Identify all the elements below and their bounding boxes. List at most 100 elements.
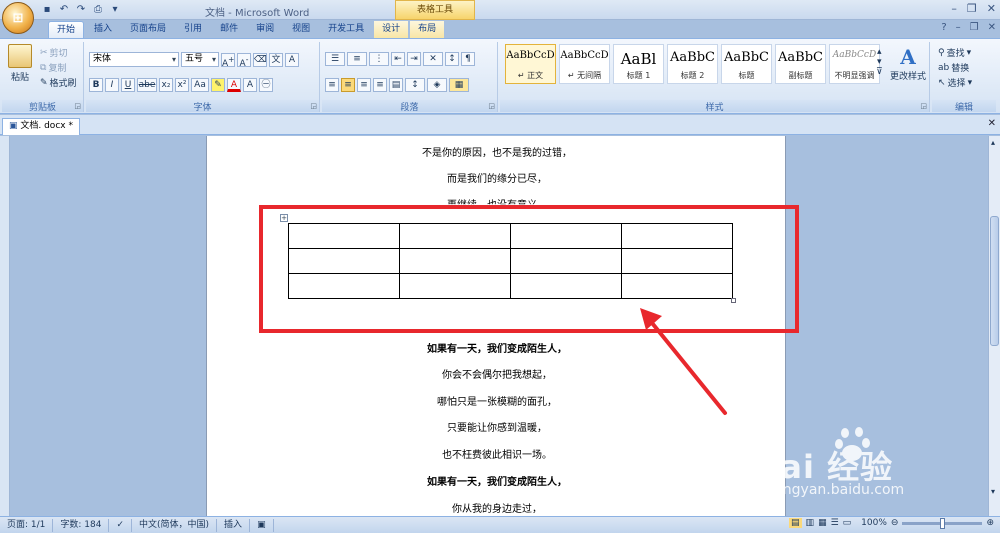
tab-references[interactable]: 引用 bbox=[176, 21, 210, 38]
tab-mailings[interactable]: 邮件 bbox=[212, 21, 246, 38]
tab-insert[interactable]: 插入 bbox=[86, 21, 120, 38]
full-screen-reading-icon[interactable]: ▥ bbox=[806, 518, 815, 528]
paragraph-dialog-launcher-icon[interactable]: ◲ bbox=[488, 102, 495, 110]
style-subtitle[interactable]: AaBbC 副标题 bbox=[775, 44, 826, 84]
redo-icon[interactable]: ↷ bbox=[74, 3, 88, 16]
insert-mode[interactable]: 插入 bbox=[217, 518, 251, 532]
print-preview-icon[interactable]: ⎙ bbox=[91, 3, 105, 16]
style-normal[interactable]: AaBbCcD ↵ 正文 bbox=[505, 44, 556, 84]
zoom-level[interactable]: 100% bbox=[861, 518, 887, 528]
sort-icon[interactable]: ↕ bbox=[445, 52, 459, 66]
font-name-combo[interactable]: 宋体 bbox=[89, 52, 179, 67]
show-marks-icon[interactable]: ¶ bbox=[461, 52, 475, 66]
select-button[interactable]: ↖ 选择 ▾ bbox=[938, 76, 972, 90]
style-subtle-emphasis[interactable]: AaBbCcD 不明显强调 bbox=[829, 44, 880, 84]
zoom-out-icon[interactable]: ⊖ bbox=[891, 518, 899, 528]
font-size-combo[interactable]: 五号 bbox=[181, 52, 219, 67]
style-heading-2[interactable]: AaBbC 标题 2 bbox=[667, 44, 718, 84]
tab-table-design[interactable]: 设计 bbox=[374, 21, 409, 38]
print-layout-icon[interactable]: ▤ bbox=[789, 518, 802, 528]
char-border-icon[interactable]: A bbox=[285, 52, 299, 67]
justify-icon[interactable]: ≡ bbox=[373, 78, 387, 92]
bullets-icon[interactable]: ☰ bbox=[325, 52, 345, 66]
format-painter-button[interactable]: ✎ 格式刷 bbox=[40, 76, 77, 90]
help-icon[interactable]: ? bbox=[941, 22, 946, 33]
line-spacing-icon[interactable]: ↕ bbox=[405, 78, 425, 92]
language-indicator[interactable]: 中文(简体，中国) bbox=[132, 518, 218, 532]
highlight-icon[interactable]: ✎ bbox=[211, 78, 225, 92]
document-tab[interactable]: ▣ 文档. docx * bbox=[2, 118, 80, 135]
paste-button[interactable]: 粘贴 bbox=[6, 44, 34, 83]
styles-dialog-launcher-icon[interactable]: ◲ bbox=[920, 102, 927, 110]
close-icon[interactable]: ✕ bbox=[987, 2, 996, 15]
restore-icon[interactable]: ❐ bbox=[967, 2, 977, 15]
strikethrough-button[interactable]: abe bbox=[137, 78, 157, 92]
outline-view-icon[interactable]: ☰ bbox=[831, 518, 839, 528]
customize-qat-icon[interactable]: ▾ bbox=[108, 3, 122, 16]
gallery-scroll[interactable]: ▴ ▾ ⊽ bbox=[876, 47, 883, 77]
page-count[interactable]: 页面: 1/1 bbox=[0, 518, 54, 532]
close-document-icon[interactable]: ✕ bbox=[988, 118, 996, 129]
doc-minimize-icon[interactable]: – bbox=[956, 22, 961, 33]
dialog-launcher-icon[interactable]: ◲ bbox=[74, 102, 81, 110]
chinese-layout-icon[interactable]: ✕ bbox=[423, 52, 443, 66]
word-count[interactable]: 字数: 184 bbox=[53, 518, 110, 532]
web-layout-icon[interactable]: ▦ bbox=[818, 518, 827, 528]
italic-button[interactable]: I bbox=[105, 78, 119, 92]
gallery-up-icon[interactable]: ▴ bbox=[877, 47, 882, 57]
macro-record-icon[interactable]: ▣ bbox=[250, 518, 274, 532]
grow-font-icon[interactable]: A+ bbox=[221, 52, 235, 69]
tab-home[interactable]: 开始 bbox=[48, 21, 85, 38]
save-icon[interactable]: ▪ bbox=[40, 3, 54, 16]
font-color-button[interactable]: A bbox=[227, 78, 241, 92]
underline-button[interactable]: U bbox=[121, 78, 135, 92]
replace-button[interactable]: ab 替换 bbox=[938, 61, 969, 75]
align-center-icon[interactable]: ≡ bbox=[341, 78, 355, 92]
borders-icon[interactable]: ▦ bbox=[449, 78, 469, 92]
shading-icon[interactable]: ◈ bbox=[427, 78, 447, 92]
draft-view-icon[interactable]: ▭ bbox=[843, 518, 852, 528]
office-button[interactable]: ⊞ bbox=[2, 2, 34, 34]
doc-close-icon[interactable]: ✕ bbox=[988, 22, 996, 33]
phonetic-guide-icon[interactable]: 文 bbox=[269, 52, 283, 67]
shrink-font-icon[interactable]: A- bbox=[237, 52, 251, 69]
increase-indent-icon[interactable]: ⇥ bbox=[407, 52, 421, 66]
tab-developer[interactable]: 开发工具 bbox=[320, 21, 372, 38]
distributed-icon[interactable]: ▤ bbox=[389, 78, 403, 92]
subscript-button[interactable]: x₂ bbox=[159, 78, 173, 92]
find-button[interactable]: ⚲ 查找 ▾ bbox=[938, 46, 971, 60]
align-right-icon[interactable]: ≡ bbox=[357, 78, 371, 92]
doc-restore-icon[interactable]: ❐ bbox=[970, 22, 979, 33]
style-title[interactable]: AaBbC 标题 bbox=[721, 44, 772, 84]
gallery-more-icon[interactable]: ⊽ bbox=[876, 67, 883, 77]
minimize-icon[interactable]: – bbox=[951, 2, 957, 15]
numbering-icon[interactable]: ≡ bbox=[347, 52, 367, 66]
zoom-in-icon[interactable]: ⊕ bbox=[986, 518, 994, 528]
tab-view[interactable]: 视图 bbox=[284, 21, 318, 38]
copy-button[interactable]: ⧉ 复制 bbox=[40, 61, 66, 75]
font-dialog-launcher-icon[interactable]: ◲ bbox=[310, 102, 317, 110]
gallery-down-icon[interactable]: ▾ bbox=[877, 57, 882, 67]
bold-button[interactable]: B bbox=[89, 78, 103, 92]
tab-table-layout[interactable]: 布局 bbox=[410, 21, 445, 38]
multilevel-list-icon[interactable]: ⋮ bbox=[369, 52, 389, 66]
tab-page-layout[interactable]: 页面布局 bbox=[122, 21, 174, 38]
char-shading-icon[interactable]: A bbox=[243, 78, 257, 92]
decrease-indent-icon[interactable]: ⇤ bbox=[391, 52, 405, 66]
zoom-slider[interactable] bbox=[902, 517, 983, 529]
spell-check-icon[interactable]: ✓ bbox=[109, 518, 133, 532]
style-heading-1[interactable]: AaBl 标题 1 bbox=[613, 44, 664, 84]
scroll-up-icon[interactable]: ▴ bbox=[991, 138, 995, 147]
zoom-slider-knob[interactable] bbox=[940, 517, 946, 529]
align-left-icon[interactable]: ≡ bbox=[325, 78, 339, 92]
change-case-button[interactable]: Aa bbox=[191, 78, 209, 92]
enclosed-char-icon[interactable]: ㊀ bbox=[259, 78, 273, 92]
cut-button[interactable]: ✂ 剪切 bbox=[40, 46, 68, 60]
change-styles-button[interactable]: A 更改样式 bbox=[888, 45, 928, 82]
undo-icon[interactable]: ↶ bbox=[57, 3, 71, 16]
scroll-thumb[interactable] bbox=[990, 216, 999, 346]
superscript-button[interactable]: x² bbox=[175, 78, 189, 92]
clear-format-icon[interactable]: ⌫ bbox=[253, 52, 267, 67]
tab-review[interactable]: 审阅 bbox=[248, 21, 282, 38]
style-no-spacing[interactable]: AaBbCcD ↵ 无间隔 bbox=[559, 44, 610, 84]
